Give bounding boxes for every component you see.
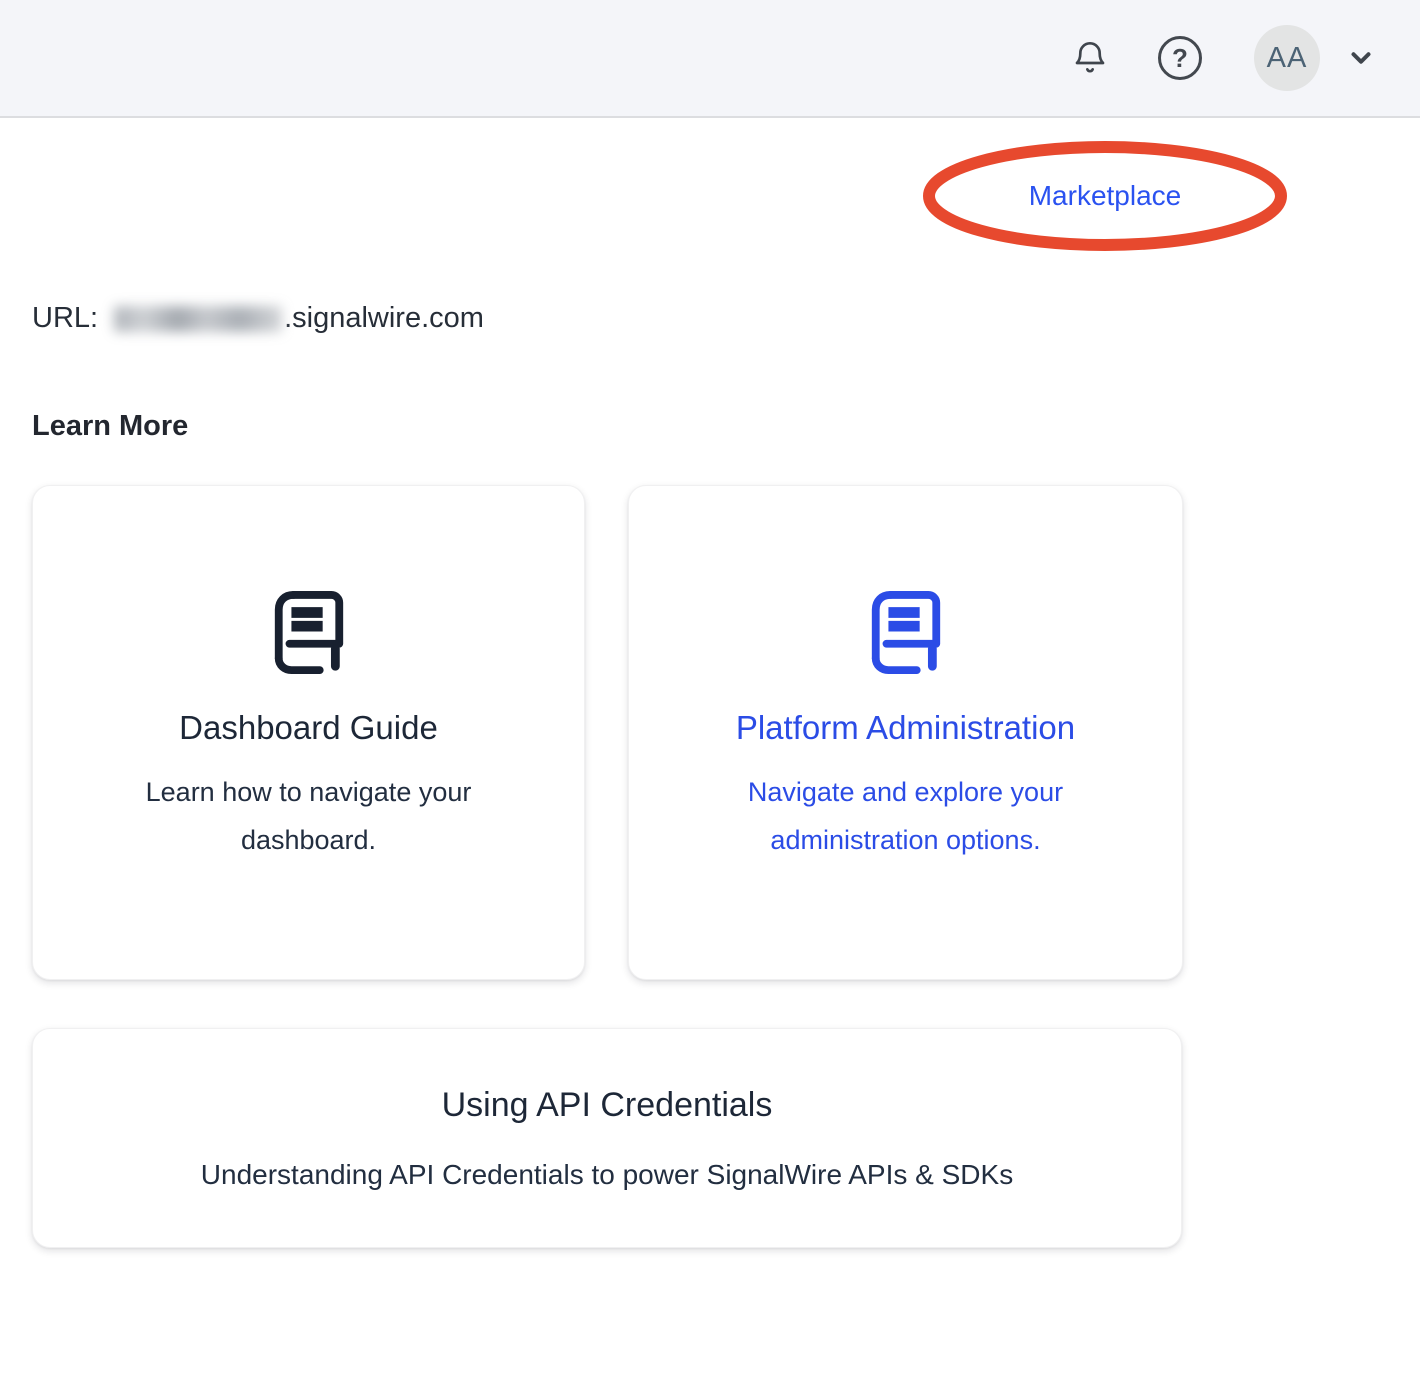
learn-more-heading: Learn More [32,410,188,443]
question-mark-icon: ? [1158,36,1202,80]
card-description: Navigate and explore your administration… [691,768,1121,864]
chevron-down-icon [1346,43,1376,73]
card-description: Understanding API Credentials to power S… [201,1151,1013,1199]
card-title: Platform Administration [736,708,1075,748]
help-button[interactable]: ? [1158,36,1202,80]
marketplace-annotation-group: Marketplace [922,140,1288,252]
card-title: Using API Credentials [442,1085,773,1125]
card-using-api-credentials[interactable]: Using API Credentials Understanding API … [32,1028,1182,1248]
space-url-row: URL: .signalwire.com [32,300,484,336]
avatar[interactable]: AA [1254,25,1320,91]
card-description: Learn how to navigate your dashboard. [144,768,474,864]
top-bar: ? AA [0,0,1420,118]
card-title: Dashboard Guide [179,708,438,748]
notifications-button[interactable] [1070,38,1110,78]
url-label: URL: [32,302,98,335]
book-icon [268,590,350,678]
card-platform-administration[interactable]: Platform Administration Navigate and exp… [628,485,1183,980]
marketplace-link[interactable]: Marketplace [922,140,1288,252]
book-icon [865,590,947,678]
account-menu-button[interactable] [1346,43,1376,73]
url-domain-suffix: .signalwire.com [284,302,484,335]
redacted-subdomain [114,306,282,332]
card-dashboard-guide[interactable]: Dashboard Guide Learn how to navigate yo… [32,485,585,980]
bell-icon [1070,38,1110,78]
